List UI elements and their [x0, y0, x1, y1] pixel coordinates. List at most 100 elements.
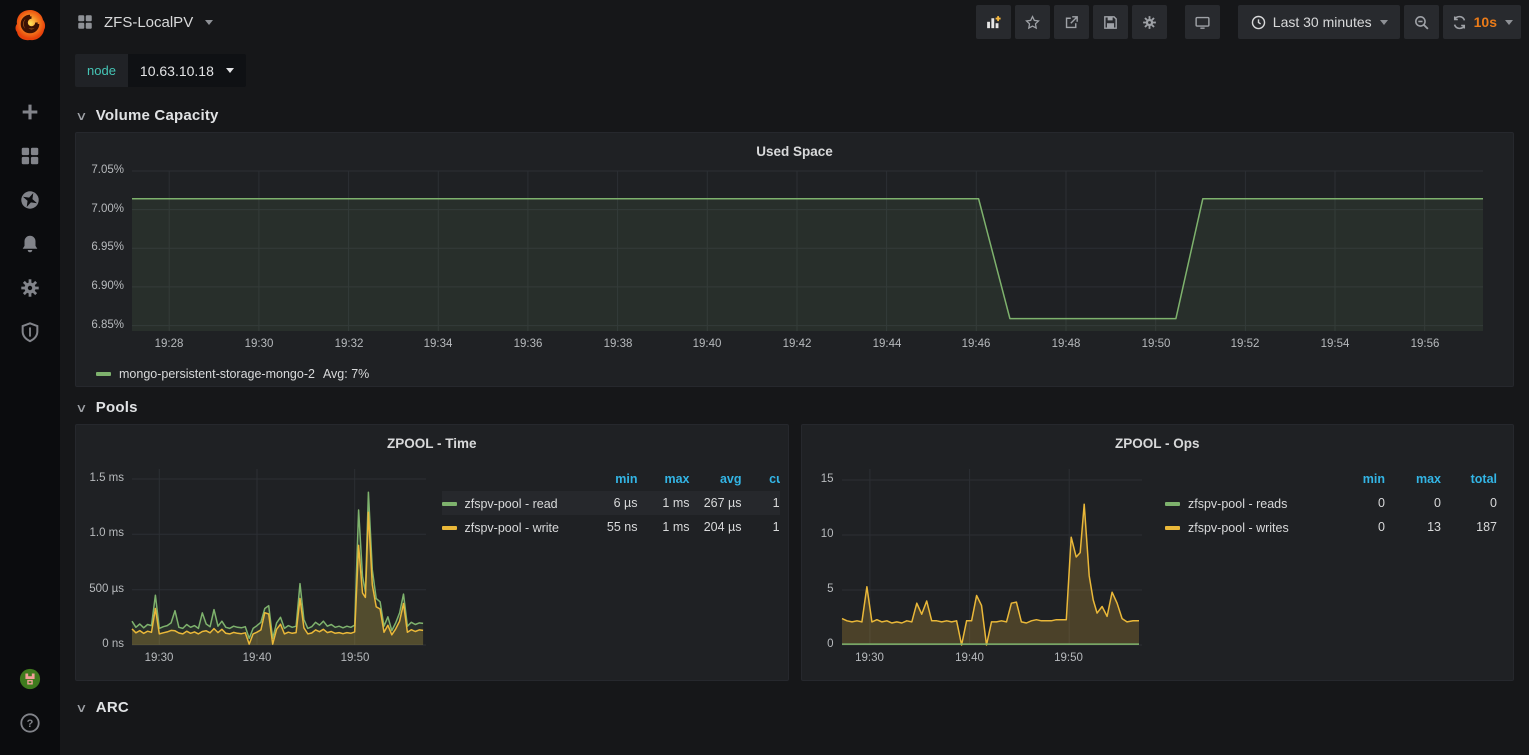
x-axis-tick-label: 19:40 — [685, 338, 729, 350]
panel-title[interactable]: Used Space — [84, 141, 1505, 163]
dashboard-grid-icon — [76, 13, 94, 31]
y-axis-tick-label: 500 µs — [84, 583, 124, 595]
legend-swatch — [442, 526, 457, 530]
user-avatar[interactable] — [8, 657, 52, 701]
x-axis-tick-label: 19:40 — [235, 652, 279, 664]
x-axis-tick-label: 19:54 — [1313, 338, 1357, 350]
legend-stat-value: 135 — [750, 515, 780, 539]
x-axis-tick-label: 19:30 — [137, 652, 181, 664]
legend-series-name[interactable]: zfspv-pool - write — [442, 515, 594, 539]
legend-stat-value: 0 — [1337, 491, 1393, 515]
x-axis-tick-label: 19:44 — [865, 338, 909, 350]
help-question-icon[interactable]: ? — [8, 701, 52, 745]
create-plus-icon[interactable] — [8, 90, 52, 134]
x-axis-tick-label: 19:52 — [1223, 338, 1267, 350]
section-arc[interactable]: ∨ ARC — [75, 693, 1514, 724]
y-axis-tick-label: 0 ns — [84, 638, 124, 650]
refresh-picker[interactable]: 10s — [1443, 5, 1521, 39]
cycle-view-mode-button[interactable] — [1185, 5, 1220, 39]
legend-column-header: max — [646, 469, 698, 491]
template-variable-node: node 10.63.10.18 — [75, 54, 246, 87]
configuration-gear-icon[interactable] — [8, 266, 52, 310]
legend-swatch — [1165, 526, 1180, 530]
x-axis-tick-label: 19:48 — [1044, 338, 1088, 350]
x-axis-tick-label: 19:30 — [848, 652, 892, 664]
legend-series-name[interactable]: mongo-persistent-storage-mongo-2 — [119, 367, 315, 381]
y-axis-tick-label: 6.95% — [84, 241, 124, 253]
panel-title[interactable]: ZPOOL - Time — [84, 433, 780, 455]
y-axis-tick-label: 1.5 ms — [84, 472, 124, 484]
x-axis-tick-label: 19:56 — [1403, 338, 1447, 350]
time-range-label: Last 30 minutes — [1273, 14, 1372, 30]
legend-series-name[interactable]: zfspv-pool - read — [442, 491, 594, 515]
legend-stat-value: 13 — [1393, 515, 1449, 539]
section-title: ARC — [96, 699, 129, 716]
legend-series-name[interactable]: zfspv-pool - writes — [1165, 515, 1337, 539]
alerting-bell-icon[interactable] — [8, 222, 52, 266]
dashboard-title: ZFS-LocalPV — [104, 14, 193, 31]
x-axis-tick-label: 19:50 — [1134, 338, 1178, 350]
legend-column-header: total — [1449, 469, 1505, 491]
x-axis-tick-label: 19:50 — [1047, 652, 1091, 664]
panel-zpool-ops: ZPOOL - Ops 05101519:3019:4019:50 minmax… — [801, 424, 1515, 681]
add-panel-button[interactable] — [976, 5, 1011, 39]
x-axis-tick-label: 19:40 — [948, 652, 992, 664]
zpool-ops-chart[interactable]: 05101519:3019:4019:50 — [810, 457, 1152, 675]
panel-title[interactable]: ZPOOL - Ops — [810, 433, 1506, 455]
variable-label: node — [75, 54, 128, 87]
variable-current-value: 10.63.10.18 — [140, 63, 214, 79]
dashboard-settings-button[interactable] — [1132, 5, 1167, 39]
legend-column-header: avg — [698, 469, 750, 491]
dashboards-icon[interactable] — [8, 134, 52, 178]
legend-swatch — [1165, 502, 1180, 506]
zoom-out-time-button[interactable] — [1404, 5, 1439, 39]
legend-column-header: min — [594, 469, 646, 491]
used-space-chart[interactable]: 6.85%6.90%6.95%7.00%7.05%19:2819:3019:32… — [84, 163, 1505, 361]
chevron-down-icon — [1505, 20, 1513, 25]
zpool-time-legend: minmaxavgcurrzfspv-pool - read6 µs1 ms26… — [442, 469, 780, 675]
legend-stat-value: 6 µs — [594, 491, 646, 515]
star-dashboard-button[interactable] — [1015, 5, 1050, 39]
variable-value-dropdown[interactable]: 10.63.10.18 — [128, 54, 246, 87]
legend-stat-value: 1 ms — [646, 491, 698, 515]
legend-series-name[interactable]: zfspv-pool - reads — [1165, 491, 1337, 515]
share-dashboard-button[interactable] — [1054, 5, 1089, 39]
y-axis-tick-label: 15 — [810, 473, 834, 485]
section-pools[interactable]: ∨ Pools — [75, 393, 1514, 424]
legend-stat-value: 172 — [750, 491, 780, 515]
explore-compass-icon[interactable] — [8, 178, 52, 222]
dashboard-title-dropdown[interactable]: ZFS-LocalPV — [76, 13, 213, 31]
legend-stat-value: 204 µs — [698, 515, 750, 539]
chevron-down-icon — [226, 68, 234, 73]
zpool-time-chart[interactable]: 0 ns500 µs1.0 ms1.5 ms19:3019:4019:50 — [84, 457, 436, 675]
legend-stat-value: 0 — [1449, 491, 1505, 515]
zpool-ops-legend: minmaxtotalzfspv-pool - reads000zfspv-po… — [1165, 469, 1505, 675]
server-admin-shield-icon[interactable] — [8, 310, 52, 354]
x-axis-tick-label: 19:36 — [506, 338, 550, 350]
refresh-interval-label: 10s — [1474, 14, 1497, 30]
top-navbar: ZFS-LocalPV — [60, 0, 1529, 44]
x-axis-tick-label: 19:30 — [237, 338, 281, 350]
panel-zpool-time: ZPOOL - Time 0 ns 500 µs 1.0 ms 1.5 ms 19:30… — [75, 424, 789, 681]
y-axis-tick-label: 1.0 ms — [84, 527, 124, 539]
legend-stat-value: 55 ns — [594, 515, 646, 539]
legend-column-header: max — [1393, 469, 1449, 491]
y-axis-tick-label: 6.85% — [84, 319, 124, 331]
chevron-down-icon: ∨ — [75, 109, 87, 123]
x-axis-tick-label: 19:42 — [775, 338, 819, 350]
legend-swatch — [442, 502, 457, 506]
x-axis-tick-label: 19:46 — [954, 338, 998, 350]
svg-text:?: ? — [27, 718, 34, 730]
section-title: Volume Capacity — [96, 107, 219, 124]
save-dashboard-button[interactable] — [1093, 5, 1128, 39]
y-axis-tick-label: 0 — [810, 638, 834, 650]
grafana-logo[interactable] — [13, 8, 47, 42]
section-volume-capacity[interactable]: ∨ Volume Capacity — [75, 101, 1514, 132]
sidebar: ? — [0, 0, 60, 755]
legend-stat-value: 0 — [1337, 515, 1393, 539]
time-range-picker[interactable]: Last 30 minutes — [1238, 5, 1400, 39]
legend-column-header: min — [1337, 469, 1393, 491]
refresh-icon — [1451, 14, 1468, 31]
legend-stat-value: 267 µs — [698, 491, 750, 515]
x-axis-tick-label: 19:28 — [147, 338, 191, 350]
